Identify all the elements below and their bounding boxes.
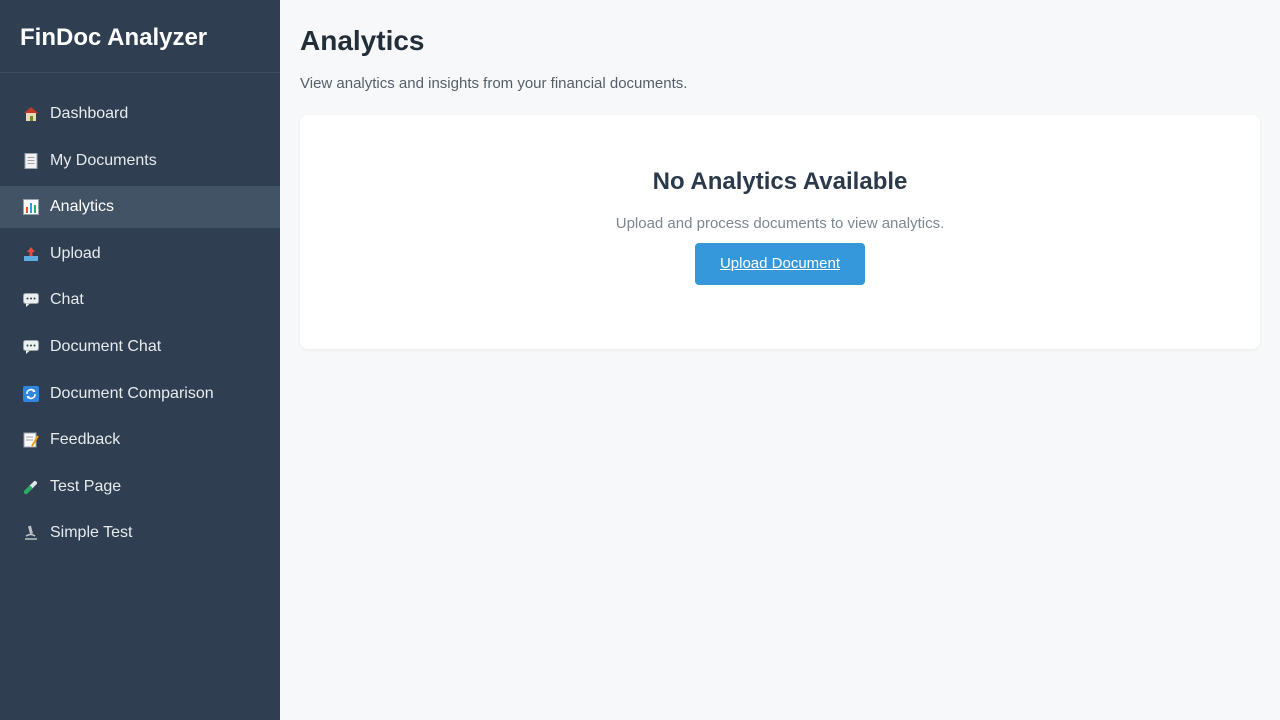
sidebar-item-label: Document Comparison (50, 384, 214, 402)
sidebar-item-chat[interactable]: Chat (0, 279, 280, 321)
memo-icon (20, 431, 42, 449)
home-icon (20, 105, 42, 123)
speech-bubble-icon (20, 291, 42, 309)
document-icon (20, 152, 42, 170)
refresh-icon (20, 385, 42, 403)
sidebar-item-dashboard[interactable]: Dashboard (0, 93, 280, 135)
sidebar-item-my-documents[interactable]: My Documents (0, 140, 280, 182)
sidebar-item-label: Upload (50, 244, 101, 262)
sidebar-item-document-chat[interactable]: Document Chat (0, 326, 280, 368)
speech-bubble-icon (20, 338, 42, 356)
sidebar-item-label: Feedback (50, 431, 121, 449)
sidebar-item-label: Document Chat (50, 337, 162, 355)
page-title: Analytics (300, 25, 425, 56)
sidebar: FinDoc Analyzer Dashboard My Documents A… (0, 0, 280, 720)
sidebar-item-document-comparison[interactable]: Document Comparison (0, 373, 280, 415)
bar-chart-icon (20, 198, 42, 216)
sidebar-item-label: Dashboard (50, 105, 129, 122)
sidebar-item-label: Chat (50, 291, 84, 309)
sidebar-item-simple-test[interactable]: Simple Test (0, 512, 280, 554)
sidebar-item-label: My Documents (50, 151, 157, 169)
sidebar-item-label: Analytics (50, 198, 115, 216)
empty-state-text: Upload and process documents to view ana… (615, 215, 945, 232)
upload-tray-icon (20, 245, 42, 263)
empty-state-card: No Analytics Available Upload and proces… (300, 115, 1260, 349)
page-subtitle: View analytics and insights from your fi… (300, 75, 688, 92)
empty-state-title: No Analytics Available (652, 168, 908, 195)
sidebar-nav: Dashboard My Documents Analytics Upload … (0, 73, 280, 554)
sidebar-item-analytics[interactable]: Analytics (0, 186, 280, 229)
microscope-icon (20, 524, 42, 542)
test-tube-icon (20, 478, 42, 496)
app-title: FinDoc Analyzer (0, 0, 280, 73)
sidebar-item-test-page[interactable]: Test Page (0, 466, 280, 508)
main-content: Analytics View analytics and insights fr… (280, 0, 1280, 720)
sidebar-item-upload[interactable]: Upload (0, 233, 280, 275)
sidebar-item-label: Simple Test (50, 524, 133, 542)
sidebar-item-label: Test Page (50, 477, 122, 495)
sidebar-item-feedback[interactable]: Feedback (0, 419, 280, 461)
upload-document-button[interactable]: Upload Document (695, 243, 865, 285)
